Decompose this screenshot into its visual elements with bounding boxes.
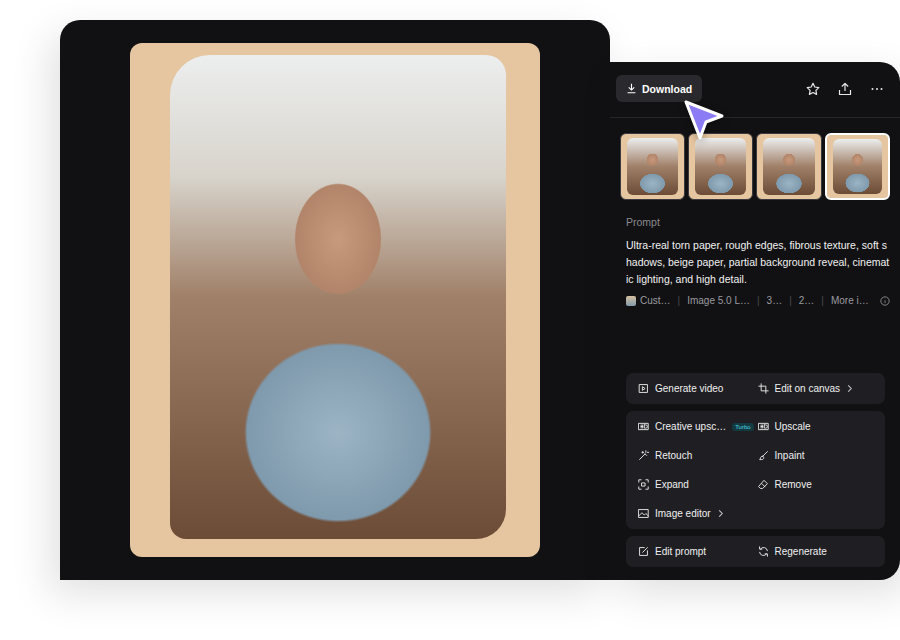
- crop-icon: [758, 383, 769, 394]
- download-icon: [626, 83, 637, 94]
- hd-icon: [638, 421, 649, 432]
- badge: Turbo: [732, 423, 753, 431]
- star-icon[interactable]: [806, 82, 820, 96]
- preview-panel: [60, 20, 610, 580]
- more-info[interactable]: More i…: [831, 295, 869, 306]
- meta-row: Cust… | Image 5.0 L… | 3… | 2… | More i…: [626, 295, 890, 306]
- action-button[interactable]: Edit prompt: [638, 537, 758, 566]
- action-button[interactable]: Generate video: [638, 374, 758, 403]
- side-panel: Download Prompt Ultra-real torn paper, rou…: [610, 62, 900, 580]
- action-button[interactable]: Expand: [638, 470, 758, 499]
- regenerate-icon: [758, 546, 769, 557]
- thumbnail[interactable]: [825, 133, 890, 200]
- separator: |: [789, 295, 792, 306]
- separator: |: [678, 295, 681, 306]
- meta-item: 2…: [799, 295, 815, 306]
- meta-item: Cust…: [640, 295, 671, 306]
- action-group: Creative upsc…TurboUpscaleRetouchInpaint…: [626, 411, 885, 529]
- action-button[interactable]: Remove: [758, 470, 878, 499]
- action-button[interactable]: Retouch: [638, 441, 758, 470]
- stage: Download Prompt Ultra-real torn paper, rou…: [0, 0, 900, 640]
- image-editor-icon: [638, 508, 649, 519]
- prompt-label: Prompt: [626, 216, 890, 228]
- separator: |: [821, 295, 824, 306]
- chevron-icon: [717, 509, 724, 518]
- video-icon: [638, 383, 649, 394]
- avatar-icon: [626, 296, 636, 306]
- expand-icon: [638, 479, 649, 490]
- brush-icon: [758, 450, 769, 461]
- actions: Generate videoEdit on canvasCreative ups…: [626, 373, 885, 567]
- meta-item: 3…: [767, 295, 783, 306]
- cursor-icon: [680, 98, 728, 146]
- thumbnail-list: [620, 133, 890, 200]
- action-button[interactable]: Image editor: [638, 499, 758, 528]
- action-button[interactable]: Regenerate: [758, 537, 878, 566]
- generated-photo[interactable]: [130, 43, 540, 557]
- thumbnail[interactable]: [756, 133, 821, 200]
- separator: |: [757, 295, 760, 306]
- thumbnail[interactable]: [688, 133, 753, 200]
- edit-prompt-icon: [638, 546, 649, 557]
- meta-item: Image 5.0 L…: [687, 295, 750, 306]
- photo-scene: [170, 55, 506, 539]
- thumbnail[interactable]: [620, 133, 685, 200]
- info-icon[interactable]: [880, 296, 890, 306]
- action-group: Generate videoEdit on canvas: [626, 373, 885, 404]
- wand-icon: [638, 450, 649, 461]
- download-button[interactable]: Download: [616, 75, 702, 102]
- action-group: Edit promptRegenerate: [626, 536, 885, 567]
- toolbar: Download: [616, 75, 890, 102]
- eraser-icon: [758, 479, 769, 490]
- action-button[interactable]: Edit on canvas: [758, 374, 878, 403]
- prompt-text: Ultra-real torn paper, rough edges, fibr…: [626, 237, 890, 288]
- divider: [610, 117, 900, 118]
- more-icon[interactable]: [870, 82, 884, 96]
- share-icon[interactable]: [838, 82, 852, 96]
- action-button[interactable]: Inpaint: [758, 441, 878, 470]
- action-button[interactable]: Creative upsc…Turbo: [638, 412, 758, 441]
- action-button[interactable]: Upscale: [758, 412, 878, 441]
- hd-icon: [758, 421, 769, 432]
- chevron-icon: [846, 384, 853, 393]
